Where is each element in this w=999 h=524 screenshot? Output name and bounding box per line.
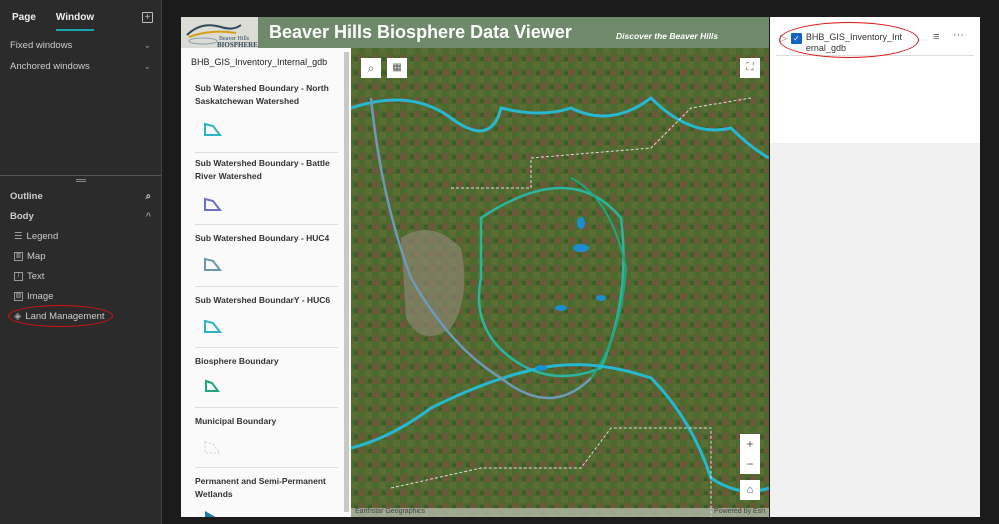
outline-item-text[interactable]: T Text xyxy=(14,271,44,282)
legend-list-icon[interactable]: ≡ xyxy=(933,31,939,43)
list-icon: ☰ xyxy=(14,231,23,242)
outline-label: Outline xyxy=(10,191,43,202)
text-icon: T xyxy=(14,272,23,281)
legend-item: Sub Watershed BoundarY - HUC6 xyxy=(195,294,338,339)
svg-text:BIOSPHERE: BIOSPHERE xyxy=(217,41,258,48)
polygon-swatch-icon xyxy=(204,197,223,211)
powered-by-esri[interactable]: Powered by Esri xyxy=(714,508,765,517)
legend-label: Sub Watershed BoundarY - HUC6 xyxy=(195,295,331,305)
page-title: Beaver Hills Biosphere Data Viewer xyxy=(269,22,572,42)
polygon-swatch-icon xyxy=(204,319,223,333)
legend-label: Permanent and Semi-Permanent Wetlands xyxy=(195,476,326,499)
body-label: Body xyxy=(10,211,34,222)
outline-header: Outline ⌕ xyxy=(10,191,151,202)
outline-item-label: Image xyxy=(27,291,54,302)
legend-panel: BHB_GIS_Inventory_Internal_gdb Sub Water… xyxy=(181,48,351,517)
tab-window[interactable]: Window xyxy=(55,12,95,31)
polygon-swatch-icon xyxy=(205,379,220,392)
home-button[interactable]: ⌂ xyxy=(740,480,760,500)
more-options-icon[interactable]: ··· xyxy=(953,29,964,41)
chevron-down-icon: ⌄ xyxy=(143,40,151,50)
fullscreen-button[interactable]: ⛶ xyxy=(740,58,760,78)
search-icon[interactable]: ⌕ xyxy=(146,191,151,202)
polygon-swatch-icon xyxy=(205,511,216,517)
scrollbar[interactable] xyxy=(344,52,349,512)
legend-item: Biosphere Boundary xyxy=(195,355,338,398)
legend-item: Permanent and Semi-Permanent Wetlands xyxy=(195,475,338,517)
divider xyxy=(0,175,161,176)
legend-item: Municipal Boundary xyxy=(195,415,338,460)
map-icon: ▥ xyxy=(14,252,23,261)
polygon-swatch-icon xyxy=(204,441,222,454)
polygon-swatch-icon xyxy=(204,122,223,136)
map-view[interactable]: ⌕ ▦ ⛶ + − ⌂ Earthstar Geographics Powered… xyxy=(351,48,769,517)
red-annotation-circle xyxy=(779,22,919,58)
zoom-out-button[interactable]: − xyxy=(740,454,760,474)
divider xyxy=(195,467,338,468)
logo: Beaver Hills BIOSPHERE xyxy=(181,17,258,49)
zoom-in-button[interactable]: + xyxy=(740,434,760,454)
divider xyxy=(195,347,338,348)
tagline: Discover the Beaver Hills xyxy=(616,31,719,41)
search-button[interactable]: ⌕ xyxy=(361,58,381,78)
divider xyxy=(195,286,338,287)
attribution-text: Earthstar Geographics xyxy=(355,508,426,515)
outline-item-label: Legend xyxy=(26,231,59,242)
section-label: Anchored windows xyxy=(10,61,90,72)
layer-list: ▷ ✓ BHB_GIS_Inventory_Internal_gdb ≡ ··· xyxy=(770,17,980,143)
legend-label: Sub Watershed Boundary - North Saskatche… xyxy=(195,83,329,106)
add-window-icon[interactable]: + xyxy=(142,12,153,23)
legend-label: Sub Watershed Boundary - Battle River Wa… xyxy=(195,158,330,181)
body-node[interactable]: Body ^ xyxy=(10,211,151,222)
divider xyxy=(195,407,338,408)
outline-item-image[interactable]: ▨ Image xyxy=(14,291,53,302)
anchored-windows-section[interactable]: Anchored windows ⌄ xyxy=(10,61,151,72)
polygon-swatch-icon xyxy=(204,257,223,271)
layer-list-panel: ▷ ✓ BHB_GIS_Inventory_Internal_gdb ≡ ··· xyxy=(770,17,980,517)
satellite-map xyxy=(351,48,769,517)
legend-item: Sub Watershed Boundary - North Saskatche… xyxy=(195,82,338,142)
legend-item: Sub Watershed Boundary - Battle River Wa… xyxy=(195,157,338,217)
outline-item-label: Text xyxy=(27,271,45,282)
divider xyxy=(195,224,338,225)
outline-item-map[interactable]: ▥ Map xyxy=(14,251,45,262)
left-panel: Page Window + Fixed windows ⌄ Anchored wi… xyxy=(0,0,162,524)
legend-title: BHB_GIS_Inventory_Internal_gdb xyxy=(191,57,328,67)
attribution-bar: Earthstar Geographics Powered by Esri xyxy=(351,508,769,517)
section-label: Fixed windows xyxy=(10,40,73,51)
legend-item: Sub Watershed Boundary - HUC4 xyxy=(195,232,338,277)
chevron-up-icon[interactable]: ^ xyxy=(146,211,151,222)
tab-page[interactable]: Page xyxy=(12,12,36,31)
outline-item-legend[interactable]: ☰ Legend xyxy=(14,231,58,242)
legend-label: Municipal Boundary xyxy=(195,416,277,426)
legend-label: Sub Watershed Boundary - HUC4 xyxy=(195,233,330,243)
divider xyxy=(195,152,338,153)
chevron-down-icon: ⌄ xyxy=(143,61,151,71)
image-icon: ▨ xyxy=(14,292,23,301)
fixed-windows-section[interactable]: Fixed windows ⌄ xyxy=(10,40,151,51)
basemap-gallery-button[interactable]: ▦ xyxy=(387,58,407,78)
red-annotation-circle xyxy=(8,305,113,327)
legend-label: Biosphere Boundary xyxy=(195,356,279,366)
resize-handle[interactable] xyxy=(76,179,86,182)
outline-item-label: Map xyxy=(27,251,46,262)
